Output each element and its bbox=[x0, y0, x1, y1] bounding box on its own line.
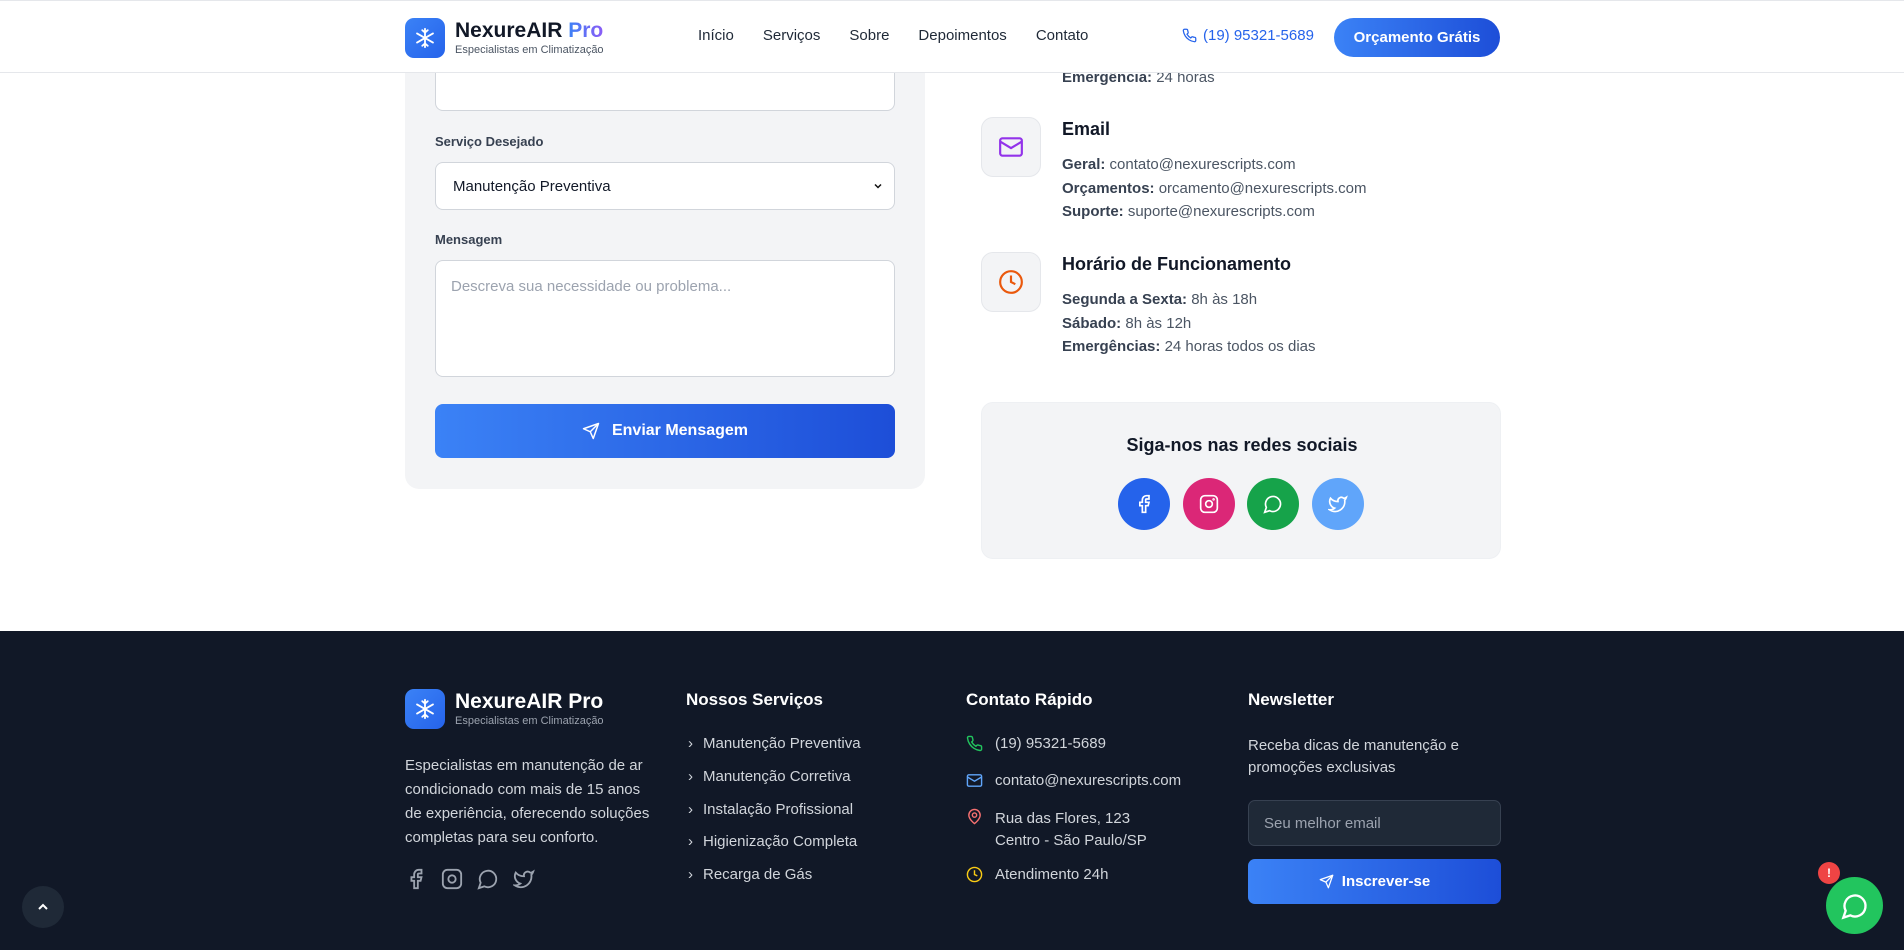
footer-services-title: Nossos Serviços bbox=[686, 690, 824, 709]
instagram-icon[interactable] bbox=[441, 868, 463, 890]
nav-servicos[interactable]: Serviços bbox=[763, 27, 821, 44]
footer-contact-title: Contato Rápido bbox=[966, 690, 1093, 709]
brand-name: NexureAIR Pro bbox=[455, 19, 604, 42]
snowflake-icon bbox=[405, 18, 445, 58]
chevron-down-icon bbox=[874, 183, 882, 189]
service-select[interactable]: Manutenção Preventiva bbox=[435, 162, 895, 210]
mail-icon bbox=[999, 137, 1023, 157]
hours-icon-box bbox=[981, 252, 1041, 312]
twitter-button[interactable] bbox=[1312, 478, 1364, 530]
clock-icon bbox=[966, 866, 983, 883]
whatsapp-icon bbox=[1840, 893, 1867, 920]
facebook-button[interactable] bbox=[1118, 478, 1170, 530]
main-nav: Início Serviços Sobre Depoimentos Contat… bbox=[698, 27, 1088, 44]
footer-service-link[interactable]: › Recarga de Gás bbox=[688, 866, 812, 883]
message-placeholder: Descreva sua necessidade ou problema... bbox=[451, 278, 732, 295]
email-general-line: Geral: contato@nexurescripts.com bbox=[1062, 156, 1296, 173]
twitter-icon bbox=[1328, 495, 1348, 513]
clock-icon bbox=[999, 270, 1023, 294]
brand-logo[interactable]: NexureAIR Pro Especialistas em Climatiza… bbox=[405, 18, 604, 58]
footer-service-link[interactable]: › Manutenção Corretiva bbox=[688, 768, 851, 785]
whatsapp-icon bbox=[1263, 495, 1282, 514]
whatsapp-float-button[interactable] bbox=[1826, 877, 1883, 934]
brand-tagline: Especialistas em Climatização bbox=[455, 44, 604, 56]
site-header: NexureAIR Pro Especialistas em Climatiza… bbox=[0, 0, 1904, 73]
map-pin-icon bbox=[968, 808, 981, 825]
hours-weekdays-line: Segunda a Sexta: 8h às 18h bbox=[1062, 291, 1258, 308]
footer-contact-address: Rua das Flores, 123 Centro - São Paulo/SP bbox=[966, 808, 1147, 852]
nav-depoimentos[interactable]: Depoimentos bbox=[918, 27, 1006, 44]
service-select-value: Manutenção Preventiva bbox=[453, 177, 611, 195]
message-textarea[interactable]: Descreva sua necessidade ou problema... bbox=[435, 260, 895, 377]
message-label: Mensagem bbox=[435, 232, 503, 247]
footer-brand-tagline: Especialistas em Climatização bbox=[455, 715, 604, 727]
send-message-button[interactable]: Enviar Mensagem bbox=[435, 404, 895, 458]
whatsapp-icon[interactable] bbox=[477, 868, 499, 890]
nav-contato[interactable]: Contato bbox=[1036, 27, 1089, 44]
phone-icon bbox=[1182, 28, 1197, 43]
notification-badge: ! bbox=[1818, 862, 1840, 884]
footer-brand-name: NexureAIR Pro bbox=[455, 690, 604, 713]
nav-sobre[interactable]: Sobre bbox=[849, 27, 889, 44]
service-label: Serviço Desejado bbox=[435, 134, 544, 149]
twitter-icon[interactable] bbox=[513, 868, 535, 890]
chevron-right-icon: › bbox=[688, 768, 693, 785]
hours-emergency-line: Emergências: 24 horas todos os dias bbox=[1062, 338, 1316, 355]
site-footer: NexureAIR Pro Especialistas em Climatiza… bbox=[0, 631, 1904, 950]
footer-social-links bbox=[405, 868, 535, 890]
facebook-icon bbox=[1139, 494, 1151, 514]
header-phone-text: (19) 95321-5689 bbox=[1203, 27, 1314, 44]
newsletter-email-input[interactable]: Seu melhor email bbox=[1248, 800, 1501, 846]
newsletter-subscribe-button[interactable]: Inscrever-se bbox=[1248, 859, 1501, 904]
footer-service-link[interactable]: › Manutenção Preventiva bbox=[688, 735, 861, 752]
instagram-button[interactable] bbox=[1183, 478, 1235, 530]
footer-contact-hours: Atendimento 24h bbox=[966, 866, 1108, 883]
social-title: Siga-nos nas redes sociais bbox=[1126, 435, 1358, 455]
footer-brand-logo[interactable]: NexureAIR Pro Especialistas em Climatiza… bbox=[405, 689, 604, 729]
snowflake-icon bbox=[405, 689, 445, 729]
send-icon bbox=[1319, 874, 1334, 889]
whatsapp-button[interactable] bbox=[1247, 478, 1299, 530]
footer-service-link[interactable]: › Higienização Completa bbox=[688, 833, 857, 850]
email-title: Email bbox=[1062, 119, 1111, 139]
footer-description: Especialistas em manutenção de ar condic… bbox=[405, 757, 650, 846]
email-support-line: Suporte: suporte@nexurescripts.com bbox=[1062, 203, 1315, 220]
phone-icon bbox=[966, 735, 983, 752]
chevron-right-icon: › bbox=[688, 866, 693, 883]
email-icon-box bbox=[981, 117, 1041, 177]
social-card: Siga-nos nas redes sociais bbox=[981, 402, 1501, 559]
nav-inicio[interactable]: Início bbox=[698, 27, 734, 44]
hours-saturday-line: Sábado: 8h às 12h bbox=[1062, 315, 1192, 332]
newsletter-email-placeholder: Seu melhor email bbox=[1264, 814, 1381, 832]
facebook-icon[interactable] bbox=[405, 868, 427, 890]
footer-contact-phone[interactable]: (19) 95321-5689 bbox=[966, 735, 1106, 752]
header-phone-link[interactable]: (19) 95321-5689 bbox=[1182, 27, 1314, 44]
scroll-to-top-button[interactable] bbox=[22, 886, 64, 928]
footer-newsletter-title: Newsletter bbox=[1248, 690, 1334, 709]
chevron-right-icon: › bbox=[688, 801, 693, 818]
chevron-right-icon: › bbox=[688, 833, 693, 850]
email-quotes-line: Orçamentos: orcamento@nexurescripts.com bbox=[1062, 180, 1367, 197]
hours-title: Horário de Funcionamento bbox=[1062, 254, 1292, 274]
mail-icon bbox=[966, 774, 983, 787]
free-quote-button[interactable]: Orçamento Grátis bbox=[1334, 18, 1500, 57]
footer-newsletter-desc: Receba dicas de manutenção e promoções e… bbox=[1248, 737, 1459, 776]
send-icon bbox=[582, 422, 600, 440]
send-message-label: Enviar Mensagem bbox=[611, 422, 749, 439]
footer-contact-email[interactable]: contato@nexurescripts.com bbox=[966, 772, 1181, 789]
instagram-icon bbox=[1199, 494, 1219, 514]
footer-service-link[interactable]: › Instalação Profissional bbox=[688, 801, 853, 818]
chevron-right-icon: › bbox=[688, 735, 693, 752]
chevron-up-icon bbox=[38, 903, 48, 910]
